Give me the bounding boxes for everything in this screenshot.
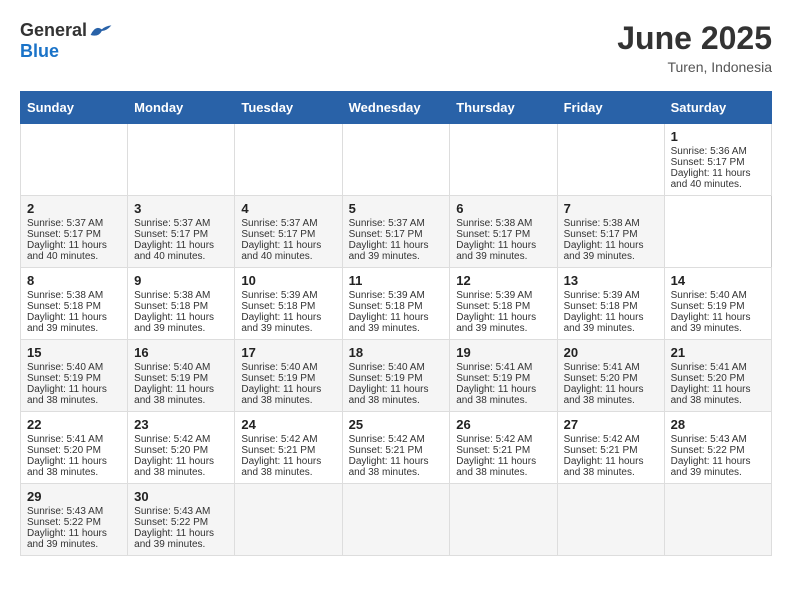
calendar-cell: 23Sunrise: 5:42 AMSunset: 5:20 PMDayligh… <box>128 412 235 484</box>
calendar-cell: 26Sunrise: 5:42 AMSunset: 5:21 PMDayligh… <box>450 412 557 484</box>
day-number: 12 <box>456 273 550 288</box>
day-number: 14 <box>671 273 765 288</box>
calendar-cell: 18Sunrise: 5:40 AMSunset: 5:19 PMDayligh… <box>342 340 450 412</box>
calendar-week-row: 22Sunrise: 5:41 AMSunset: 5:20 PMDayligh… <box>21 412 772 484</box>
day-number: 25 <box>349 417 444 432</box>
calendar-cell-empty <box>557 124 664 196</box>
calendar-cell: 9Sunrise: 5:38 AMSunset: 5:18 PMDaylight… <box>128 268 235 340</box>
calendar-cell-empty <box>21 124 128 196</box>
day-number: 28 <box>671 417 765 432</box>
calendar-cell: 15Sunrise: 5:40 AMSunset: 5:19 PMDayligh… <box>21 340 128 412</box>
calendar-cell: 14Sunrise: 5:40 AMSunset: 5:19 PMDayligh… <box>664 268 771 340</box>
day-number: 20 <box>564 345 658 360</box>
calendar-cell-empty <box>128 124 235 196</box>
calendar-cell: 25Sunrise: 5:42 AMSunset: 5:21 PMDayligh… <box>342 412 450 484</box>
day-number: 23 <box>134 417 228 432</box>
day-number: 18 <box>349 345 444 360</box>
page-header: General Blue June 2025 Turen, Indonesia <box>20 20 772 75</box>
calendar-header-row: SundayMondayTuesdayWednesdayThursdayFrid… <box>21 92 772 124</box>
calendar-cell: 11Sunrise: 5:39 AMSunset: 5:18 PMDayligh… <box>342 268 450 340</box>
calendar-cell: 13Sunrise: 5:39 AMSunset: 5:18 PMDayligh… <box>557 268 664 340</box>
calendar-header-tuesday: Tuesday <box>235 92 342 124</box>
logo-general-text: General <box>20 20 87 41</box>
calendar-header-thursday: Thursday <box>450 92 557 124</box>
day-number: 2 <box>27 201 121 216</box>
day-number: 1 <box>671 129 765 144</box>
day-number: 15 <box>27 345 121 360</box>
calendar-cell: 22Sunrise: 5:41 AMSunset: 5:20 PMDayligh… <box>21 412 128 484</box>
calendar-header-saturday: Saturday <box>664 92 771 124</box>
day-number: 21 <box>671 345 765 360</box>
calendar-cell <box>235 484 342 556</box>
day-number: 16 <box>134 345 228 360</box>
calendar-cell: 7Sunrise: 5:38 AMSunset: 5:17 PMDaylight… <box>557 196 664 268</box>
location-subtitle: Turen, Indonesia <box>617 59 772 75</box>
day-number: 9 <box>134 273 228 288</box>
calendar-cell: 16Sunrise: 5:40 AMSunset: 5:19 PMDayligh… <box>128 340 235 412</box>
calendar-cell-empty <box>342 124 450 196</box>
calendar-cell: 1Sunrise: 5:36 AMSunset: 5:17 PMDaylight… <box>664 124 771 196</box>
logo-bird-icon <box>89 21 113 41</box>
logo: General Blue <box>20 20 113 62</box>
day-number: 29 <box>27 489 121 504</box>
calendar-week-row: 15Sunrise: 5:40 AMSunset: 5:19 PMDayligh… <box>21 340 772 412</box>
day-number: 7 <box>564 201 658 216</box>
calendar-cell <box>450 484 557 556</box>
calendar-cell: 2Sunrise: 5:37 AMSunset: 5:17 PMDaylight… <box>21 196 128 268</box>
calendar-cell: 30Sunrise: 5:43 AMSunset: 5:22 PMDayligh… <box>128 484 235 556</box>
day-number: 26 <box>456 417 550 432</box>
calendar-cell: 20Sunrise: 5:41 AMSunset: 5:20 PMDayligh… <box>557 340 664 412</box>
calendar-cell: 12Sunrise: 5:39 AMSunset: 5:18 PMDayligh… <box>450 268 557 340</box>
day-number: 5 <box>349 201 444 216</box>
calendar-cell-empty <box>235 124 342 196</box>
calendar-header-sunday: Sunday <box>21 92 128 124</box>
calendar-cell: 24Sunrise: 5:42 AMSunset: 5:21 PMDayligh… <box>235 412 342 484</box>
calendar-cell <box>557 484 664 556</box>
calendar-header-wednesday: Wednesday <box>342 92 450 124</box>
calendar-table: SundayMondayTuesdayWednesdayThursdayFrid… <box>20 91 772 556</box>
calendar-cell: 5Sunrise: 5:37 AMSunset: 5:17 PMDaylight… <box>342 196 450 268</box>
calendar-cell: 27Sunrise: 5:42 AMSunset: 5:21 PMDayligh… <box>557 412 664 484</box>
calendar-week-row: 29Sunrise: 5:43 AMSunset: 5:22 PMDayligh… <box>21 484 772 556</box>
calendar-cell: 4Sunrise: 5:37 AMSunset: 5:17 PMDaylight… <box>235 196 342 268</box>
title-block: June 2025 Turen, Indonesia <box>617 20 772 75</box>
calendar-cell: 6Sunrise: 5:38 AMSunset: 5:17 PMDaylight… <box>450 196 557 268</box>
day-number: 6 <box>456 201 550 216</box>
calendar-cell: 3Sunrise: 5:37 AMSunset: 5:17 PMDaylight… <box>128 196 235 268</box>
day-number: 19 <box>456 345 550 360</box>
calendar-cell: 21Sunrise: 5:41 AMSunset: 5:20 PMDayligh… <box>664 340 771 412</box>
day-number: 30 <box>134 489 228 504</box>
calendar-cell: 28Sunrise: 5:43 AMSunset: 5:22 PMDayligh… <box>664 412 771 484</box>
calendar-header-friday: Friday <box>557 92 664 124</box>
day-number: 24 <box>241 417 335 432</box>
calendar-cell-empty <box>450 124 557 196</box>
day-number: 3 <box>134 201 228 216</box>
day-number: 11 <box>349 273 444 288</box>
calendar-cell <box>342 484 450 556</box>
day-number: 10 <box>241 273 335 288</box>
day-number: 17 <box>241 345 335 360</box>
day-number: 22 <box>27 417 121 432</box>
calendar-cell <box>664 484 771 556</box>
calendar-cell: 19Sunrise: 5:41 AMSunset: 5:19 PMDayligh… <box>450 340 557 412</box>
month-title: June 2025 <box>617 20 772 57</box>
calendar-cell: 17Sunrise: 5:40 AMSunset: 5:19 PMDayligh… <box>235 340 342 412</box>
calendar-week-row: 2Sunrise: 5:37 AMSunset: 5:17 PMDaylight… <box>21 196 772 268</box>
day-number: 13 <box>564 273 658 288</box>
logo-blue-text: Blue <box>20 41 59 61</box>
calendar-cell: 10Sunrise: 5:39 AMSunset: 5:18 PMDayligh… <box>235 268 342 340</box>
calendar-cell: 29Sunrise: 5:43 AMSunset: 5:22 PMDayligh… <box>21 484 128 556</box>
calendar-week-row: 1Sunrise: 5:36 AMSunset: 5:17 PMDaylight… <box>21 124 772 196</box>
calendar-cell: 8Sunrise: 5:38 AMSunset: 5:18 PMDaylight… <box>21 268 128 340</box>
calendar-week-row: 8Sunrise: 5:38 AMSunset: 5:18 PMDaylight… <box>21 268 772 340</box>
calendar-header-monday: Monday <box>128 92 235 124</box>
day-number: 4 <box>241 201 335 216</box>
day-number: 27 <box>564 417 658 432</box>
day-number: 8 <box>27 273 121 288</box>
